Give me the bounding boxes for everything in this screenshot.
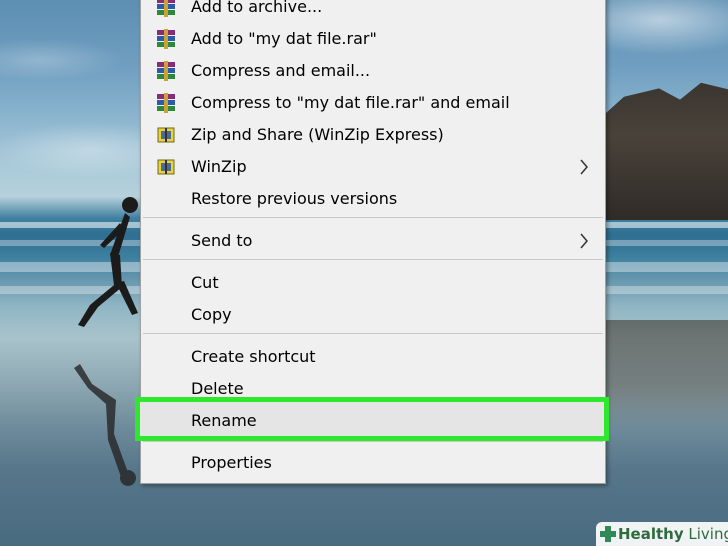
watermark-word-living: Living: [688, 525, 728, 543]
menu-separator: [143, 441, 603, 442]
menu-item-label: Compress to "my dat file.rar" and email: [191, 93, 510, 112]
menu-item-properties[interactable]: Properties: [141, 447, 605, 479]
menu-item-label: Copy: [191, 305, 232, 324]
menu-item-label: WinZip: [191, 157, 247, 176]
menu-item-rename[interactable]: Rename: [141, 405, 605, 437]
winrar-icon: [157, 29, 175, 49]
menu-item-label: Zip and Share (WinZip Express): [191, 125, 444, 144]
menu-item-copy[interactable]: Copy: [141, 299, 605, 331]
winzip-icon: [157, 159, 175, 175]
winrar-icon: [157, 61, 175, 81]
menu-item-compress-and-email[interactable]: Compress and email...: [141, 55, 605, 87]
menu-item-create-shortcut[interactable]: Create shortcut: [141, 341, 605, 373]
runner-silhouette: [78, 197, 138, 327]
menu-item-label: Cut: [191, 273, 219, 292]
winrar-icon: [157, 93, 175, 113]
context-menu: Add to archive... Add to "my dat file.ra…: [135, 0, 609, 484]
menu-separator: [143, 333, 603, 334]
watermark-text: Healthy Living: [618, 522, 728, 546]
plus-icon: [600, 526, 616, 542]
menu-item-add-to-rar[interactable]: Add to "my dat file.rar": [141, 23, 605, 55]
healthy-living-logo: Healthy Living: [596, 522, 728, 546]
menu-item-label: Compress and email...: [191, 61, 371, 80]
runner-reflection: [74, 364, 136, 486]
winzip-icon: [157, 127, 175, 143]
menu-item-label: Create shortcut: [191, 347, 316, 366]
menu-item-cut[interactable]: Cut: [141, 267, 605, 299]
winrar-icon: [157, 0, 175, 17]
menu-item-add-to-archive[interactable]: Add to archive...: [141, 0, 605, 23]
menu-separator: [143, 259, 603, 260]
menu-item-label: Add to archive...: [191, 0, 323, 16]
menu-item-label: Restore previous versions: [191, 189, 398, 208]
menu-item-restore-previous-versions[interactable]: Restore previous versions: [141, 183, 605, 215]
menu-item-label: Properties: [191, 453, 272, 472]
menu-item-label: Add to "my dat file.rar": [191, 29, 377, 48]
rock-reflection: [596, 320, 728, 430]
watermark-word-healthy: Healthy: [618, 525, 684, 543]
menu-item-zip-and-share[interactable]: Zip and Share (WinZip Express): [141, 119, 605, 151]
menu-separator: [143, 217, 603, 218]
menu-item-compress-to-rar-and-email[interactable]: Compress to "my dat file.rar" and email: [141, 87, 605, 119]
chevron-right-icon: [580, 159, 588, 175]
menu-item-winzip[interactable]: WinZip: [141, 151, 605, 183]
menu-item-send-to[interactable]: Send to: [141, 225, 605, 257]
menu-item-label: Send to: [191, 231, 253, 250]
menu-item-label: Rename: [191, 411, 257, 430]
chevron-right-icon: [580, 233, 588, 249]
